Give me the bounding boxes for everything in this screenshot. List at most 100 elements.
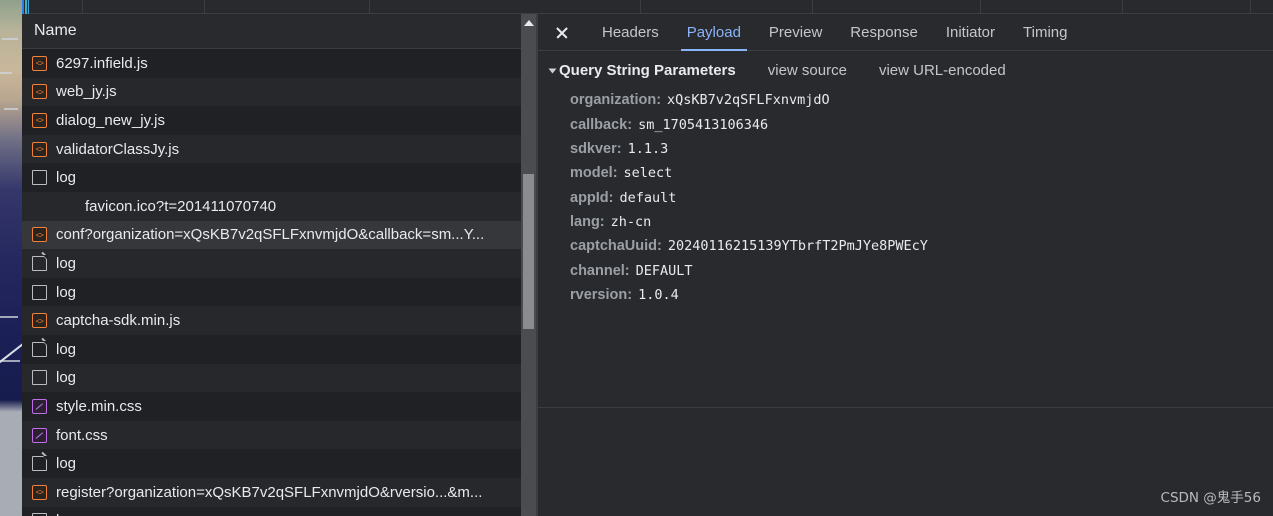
detail-tabs: Headers Payload Preview Response Initiator Ti… [588, 14, 1081, 51]
request-row[interactable]: 6297.infield.js [22, 49, 536, 78]
request-row-label: log [56, 512, 76, 516]
xhr-request-icon [32, 170, 47, 186]
query-parameter-key: channel: [570, 262, 630, 279]
request-row[interactable]: log [22, 277, 536, 307]
column-divider[interactable] [369, 0, 370, 14]
scrollbar-thumb[interactable] [523, 174, 534, 329]
request-row-label: web_jy.js [56, 83, 117, 101]
request-row[interactable]: conf?organization=xQsKB7v2qSFLFxnvmjdO&c… [22, 220, 536, 250]
watermark-label: CSDN @鬼手56 [1160, 490, 1261, 506]
request-row-label: log [56, 254, 77, 272]
request-row[interactable]: log [22, 506, 536, 516]
tab-label: Payload [686, 23, 741, 41]
request-row[interactable]: validatorClassJy.js [22, 134, 536, 164]
query-parameter-value[interactable]: 20240116215139YTbrfT2PmJYe8PWEcY [668, 238, 928, 254]
request-row[interactable]: font.css [22, 420, 536, 450]
query-parameter-key: lang: [570, 214, 605, 231]
name-column-header[interactable]: Name [22, 14, 536, 49]
query-parameter-row: lang: zh-cn [538, 210, 1273, 234]
network-table-column-headers[interactable] [22, 0, 1273, 14]
request-row[interactable]: log [22, 334, 536, 364]
stylesheet-icon [32, 427, 47, 443]
request-detail-panel: Headers Payload Preview Response Initiator Ti… [538, 14, 1273, 516]
document-icon [32, 255, 48, 271]
query-parameter-value[interactable]: default [620, 190, 677, 206]
tab-label: Headers [602, 23, 659, 41]
request-row[interactable]: register?organization=xQsKB7v2qSFLFxnvmj… [22, 477, 536, 507]
xhr-request-icon [32, 370, 47, 386]
query-parameter-value[interactable]: 1.0.4 [638, 287, 679, 303]
tab-payload[interactable]: Payload [673, 14, 755, 51]
name-column-header-label: Name [34, 22, 77, 39]
column-divider[interactable] [812, 0, 813, 14]
column-divider[interactable] [82, 0, 83, 14]
chevron-down-icon[interactable] [548, 68, 557, 73]
tab-preview[interactable]: Preview [755, 14, 836, 51]
query-parameter-key: model: [570, 165, 618, 182]
request-row-label: conf?organization=xQsKB7v2qSFLFxnvmjdO&c… [56, 226, 485, 244]
tab-timing[interactable]: Timing [1009, 14, 1081, 51]
column-divider[interactable] [204, 0, 205, 14]
query-parameter-row: captchaUuid: 20240116215139YTbrfT2PmJYe8P… [538, 234, 1273, 258]
request-rows-container: 6297.infield.js web_jy.js dialog_new_jy.js… [22, 49, 536, 516]
document-icon [32, 341, 48, 357]
detail-tabbar: Headers Payload Preview Response Initiator Ti… [538, 14, 1273, 51]
tab-label: Timing [1023, 23, 1068, 41]
query-parameter-key: sdkver: [570, 140, 622, 157]
request-list-scrollbar[interactable] [521, 14, 536, 516]
js-script-icon [32, 313, 47, 329]
request-row-label: captcha-sdk.min.js [56, 312, 181, 330]
query-parameter-key: callback: [570, 116, 633, 133]
js-script-icon [32, 484, 47, 500]
query-parameter-row: model: select [538, 161, 1273, 185]
request-row-label: font.css [56, 426, 108, 444]
close-icon[interactable] [548, 18, 576, 46]
request-row[interactable]: log [22, 363, 536, 393]
request-row[interactable]: web_jy.js [22, 77, 536, 107]
section-title: Query String Parameters [559, 62, 736, 79]
query-parameter-value[interactable]: 1.1.3 [628, 141, 669, 157]
query-parameter-value[interactable]: select [624, 165, 673, 181]
request-row-label: log [56, 283, 77, 301]
query-parameter-key: appId: [570, 189, 614, 206]
request-row-label: log [56, 340, 77, 358]
column-divider[interactable] [980, 0, 981, 14]
request-row-label: favicon.ico?t=201411070740 [85, 197, 277, 215]
tab-initiator[interactable]: Initiator [932, 14, 1009, 51]
request-row[interactable]: log [22, 249, 536, 278]
query-parameter-value[interactable]: DEFAULT [636, 263, 693, 279]
request-row[interactable]: log [22, 449, 536, 478]
query-parameter-value[interactable]: xQsKB7v2qSFLFxnvmjdO [667, 92, 830, 108]
request-row[interactable]: dialog_new_jy.js [22, 106, 536, 135]
request-row[interactable]: favicon.ico?t=201411070740 [22, 191, 536, 221]
request-row-label: 6297.infield.js [56, 54, 148, 72]
query-parameter-row: appId: default [538, 186, 1273, 210]
request-row[interactable]: log [22, 163, 536, 192]
request-row-label: dialog_new_jy.js [56, 111, 165, 129]
query-parameter-row: organization: xQsKB7v2qSFLFxnvmjdO [538, 88, 1273, 112]
query-parameter-key: rversion: [570, 287, 633, 304]
request-row-label: style.min.css [56, 397, 142, 415]
query-parameter-value[interactable]: zh-cn [611, 214, 652, 230]
js-script-icon [32, 112, 47, 128]
query-parameter-key: organization: [570, 92, 662, 109]
tab-response[interactable]: Response [836, 14, 932, 51]
request-row[interactable]: style.min.css [22, 392, 536, 421]
tab-headers[interactable]: Headers [588, 14, 673, 51]
view-url-encoded-link[interactable]: view URL-encoded [879, 62, 1006, 79]
column-divider[interactable] [1122, 0, 1123, 14]
request-row[interactable]: captcha-sdk.min.js [22, 306, 536, 335]
request-row-label: log [56, 369, 77, 387]
document-icon [32, 455, 48, 472]
column-divider[interactable] [1250, 0, 1251, 14]
tab-label: Preview [768, 23, 823, 41]
tab-label: Response [850, 23, 918, 41]
column-divider[interactable] [640, 0, 641, 14]
network-request-list-panel: Name 6297.infield.js web_jy.js dialog_new_… [22, 14, 536, 516]
query-parameter-value[interactable]: sm_1705413106346 [638, 117, 768, 133]
scroll-up-arrow-icon[interactable] [523, 20, 534, 26]
request-row-label: log [56, 455, 77, 473]
view-source-link[interactable]: view source [768, 62, 847, 79]
query-parameter-key: captchaUuid: [570, 238, 662, 255]
query-string-parameters-list: organization: xQsKB7v2qSFLFxnvmjdO callbac… [538, 86, 1273, 307]
